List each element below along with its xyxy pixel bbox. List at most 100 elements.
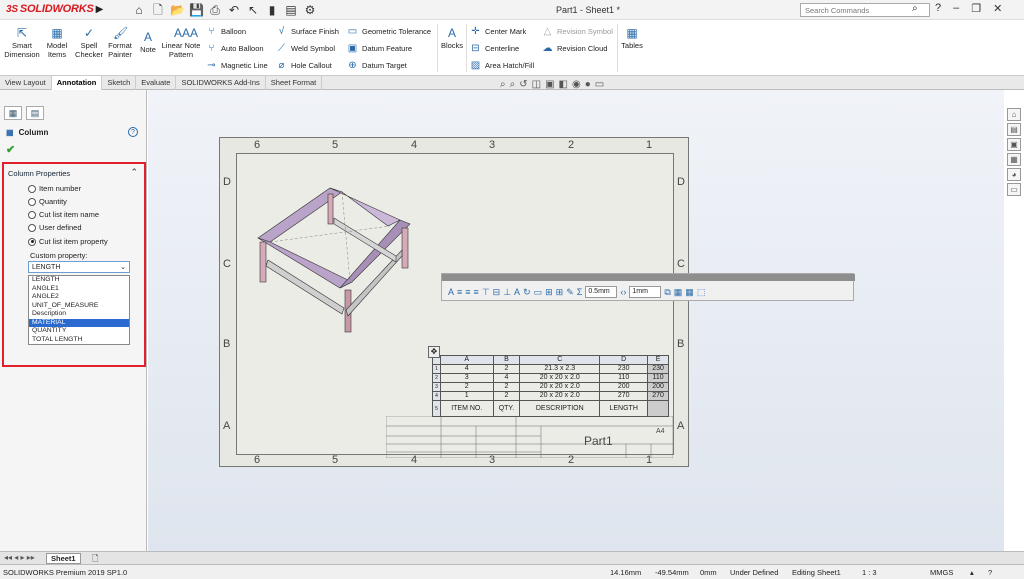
ok-checkmark-icon[interactable]: ✔ <box>6 143 15 156</box>
file-properties-icon[interactable]: ▤ <box>284 3 298 17</box>
drawing-sheet[interactable]: 6 5 4 3 2 1 6 5 4 3 2 1 D C B A D C B A <box>219 137 689 467</box>
help-icon[interactable]: ? <box>128 127 138 137</box>
column-properties-header[interactable]: Column Properties <box>8 169 70 178</box>
radio-cut-list-item-name[interactable]: Cut list item name <box>28 210 99 219</box>
custom-property-dropdown-list[interactable]: LENGTH ANGLE1 ANGLE2 UNIT_OF_MEASURE Des… <box>28 275 130 345</box>
bom-col-b[interactable]: B <box>492 355 521 365</box>
bom-cell[interactable]: 110 <box>647 373 669 383</box>
zoom-area-icon[interactable]: ⌕ <box>510 79 516 90</box>
undo-icon[interactable]: ↶ <box>227 3 241 17</box>
row-number[interactable]: 2 <box>432 373 441 383</box>
bom-cell[interactable]: 270 <box>647 391 669 401</box>
bom-cell[interactable]: 4 <box>440 364 494 374</box>
radio-cut-list-item-property[interactable]: Cut list item property <box>28 237 108 246</box>
copy-table-icon[interactable]: ⧉ <box>664 287 670 298</box>
magnetic-line-button[interactable]: ⊸ Magnetic Line <box>206 60 267 71</box>
align-middle-icon[interactable]: ⊟ <box>493 287 501 298</box>
close-icon[interactable]: ✕ <box>993 2 1002 15</box>
solidworks-logo[interactable]: 3S SOLIDWORKS ▶ <box>6 3 103 15</box>
file-explorer-icon[interactable]: ▣ <box>1007 138 1021 151</box>
sheet1-tab[interactable]: Sheet1 <box>46 553 81 564</box>
select-icon[interactable]: ↖ <box>246 3 260 17</box>
weld-symbol-button[interactable]: ⟋ Weld Symbol <box>276 43 335 54</box>
bom-cell[interactable]: 270 <box>599 391 649 401</box>
blocks-button[interactable]: A Blocks <box>440 26 464 51</box>
bom-cell[interactable]: 3 <box>440 373 494 383</box>
bom-cell[interactable]: 20 x 20 x 2.0 <box>519 373 601 383</box>
bom-cell[interactable]: 2 <box>492 382 521 392</box>
bom-cell[interactable]: 21.3 x 2.3 <box>519 364 601 374</box>
row-number[interactable]: 5 <box>432 400 441 417</box>
auto-balloon-button[interactable]: ⑂ Auto Balloon <box>206 43 264 54</box>
home-icon[interactable]: ⌂ <box>1007 108 1021 121</box>
radio-quantity[interactable]: Quantity <box>28 197 67 206</box>
rebuild-icon[interactable]: ▮ <box>265 3 279 17</box>
radio-user-defined[interactable]: User defined <box>28 223 82 232</box>
note-button[interactable]: A Note <box>138 30 158 55</box>
custom-property-select[interactable]: LENGTH ⌄ <box>28 261 130 273</box>
balloon-button[interactable]: ⑂ Balloon <box>206 26 247 37</box>
align-center-icon[interactable]: ≡ <box>465 287 470 297</box>
bom-cell[interactable]: 2 <box>492 391 521 401</box>
format-painter-button[interactable]: 🖌 Format Painter <box>106 26 134 59</box>
font-icon[interactable]: A <box>448 287 454 297</box>
border-height-input[interactable]: 1mm <box>629 286 662 298</box>
bom-cell[interactable]: 200 <box>647 382 669 392</box>
revision-symbol-button[interactable]: △ Revision Symbol <box>542 26 613 37</box>
save-icon[interactable]: 💾 <box>189 3 204 17</box>
bom-cell[interactable]: 4 <box>492 373 521 383</box>
table-header-icon[interactable]: ▭ <box>534 287 543 298</box>
help-icon[interactable]: ? <box>988 568 992 577</box>
row-number[interactable]: 3 <box>432 382 441 392</box>
align-bottom-icon[interactable]: ⊥ <box>503 287 511 298</box>
bom-col-d[interactable]: D <box>599 355 649 365</box>
property-manager-tab-icon[interactable]: ▤ <box>26 106 44 120</box>
centerline-button[interactable]: ⊟ Centerline <box>470 43 519 54</box>
bom-header-cell[interactable]: LENGTH <box>599 400 649 417</box>
section-view-icon[interactable]: ◫ <box>532 79 541 90</box>
bom-table[interactable]: ABCDE 1 4 2 21.3 x 2.3 230 230 2 3 4 20 x 20 x 2… <box>432 355 669 417</box>
bom-header-cell[interactable]: DESCRIPTION <box>519 400 601 417</box>
datum-feature-button[interactable]: ▣ Datum Feature <box>347 43 412 54</box>
display-style-icon[interactable]: ◧ <box>559 79 568 90</box>
home-icon[interactable]: ⌂ <box>132 3 146 17</box>
minimize-icon[interactable]: – <box>953 2 959 15</box>
collapse-chevron-icon[interactable]: ⌃ <box>130 167 138 178</box>
hide-show-items-icon[interactable]: ◉ <box>572 79 581 90</box>
search-icon[interactable]: ⌕ <box>912 3 918 14</box>
option-angle1[interactable]: ANGLE1 <box>29 285 129 294</box>
bom-cell[interactable]: 200 <box>599 382 649 392</box>
graphics-area[interactable]: 6 5 4 3 2 1 6 5 4 3 2 1 D C B A D C B A <box>148 90 1004 551</box>
bom-col-c[interactable]: C <box>519 355 601 365</box>
custom-properties-icon[interactable]: ▭ <box>1007 183 1021 196</box>
option-material[interactable]: MATERIAL <box>29 318 129 327</box>
tab-sheet-format[interactable]: Sheet Format <box>266 76 323 90</box>
bom-header-cell[interactable]: ITEM NO. <box>440 400 494 417</box>
restore-icon[interactable]: ❐ <box>971 2 981 15</box>
bom-cell[interactable]: 20 x 20 x 2.0 <box>519 391 601 401</box>
border-width-input[interactable]: 0.5mm <box>585 286 618 298</box>
width-arrows-icon[interactable]: ‹› <box>620 287 626 297</box>
appearances-icon[interactable]: ◕ <box>1007 168 1021 181</box>
surface-finish-button[interactable]: √ Surface Finish <box>276 26 339 37</box>
table-row[interactable]: 2 3 4 20 x 20 x 2.0 110 110 <box>432 373 669 383</box>
option-unit-of-measure[interactable]: UNIT_OF_MEASURE <box>29 302 129 311</box>
area-hatch-button[interactable]: ▨ Area Hatch/Fill <box>470 60 534 71</box>
revision-cloud-button[interactable]: ☁ Revision Cloud <box>542 43 608 54</box>
text-format-icon[interactable]: A <box>514 287 520 297</box>
tab-solidworks-add-ins[interactable]: SOLIDWORKS Add-Ins <box>176 76 266 90</box>
bom-header-cell[interactable] <box>647 400 669 417</box>
option-angle2[interactable]: ANGLE2 <box>29 293 129 302</box>
toolbar-drag-handle[interactable] <box>442 274 855 281</box>
table-grid-icon[interactable]: ▦ <box>685 287 694 298</box>
row-number[interactable]: 4 <box>432 391 441 401</box>
bom-cell[interactable]: 2 <box>492 364 521 374</box>
previous-view-icon[interactable]: ↺ <box>519 79 527 90</box>
print-icon[interactable]: ⎙ <box>208 3 222 17</box>
table-row[interactable]: 3 2 2 20 x 20 x 2.0 200 200 <box>432 382 669 392</box>
tab-view-layout[interactable]: View Layout <box>0 76 52 90</box>
model-items-button[interactable]: ▦ Model Items <box>44 26 70 59</box>
feature-manager-tab-icon[interactable]: ▦ <box>4 106 22 120</box>
bom-header-cell[interactable]: QTY. <box>492 400 521 417</box>
center-mark-button[interactable]: ✛ Center Mark <box>470 26 526 37</box>
